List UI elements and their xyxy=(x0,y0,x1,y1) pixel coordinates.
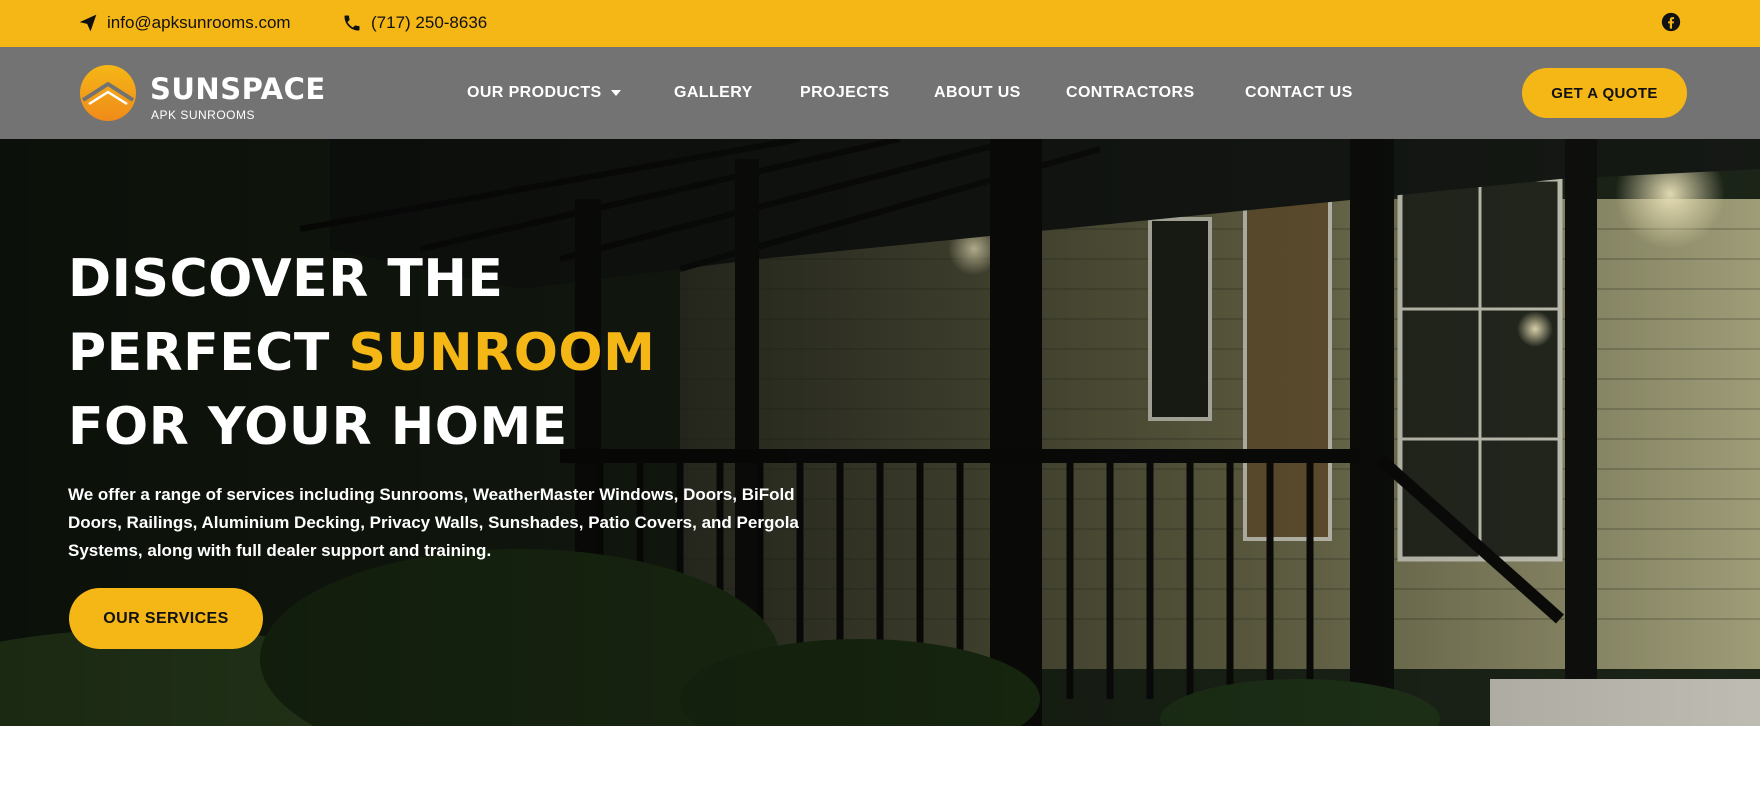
headline-line-2: PERFECT SUNROOM xyxy=(68,316,655,390)
nav-label: OUR PRODUCTS xyxy=(467,84,602,101)
hero-headline: DISCOVER THE PERFECT SUNROOM FOR YOUR HO… xyxy=(68,242,655,464)
hero-description: We offer a range of services including S… xyxy=(68,485,799,560)
phone-text: (717) 250-8636 xyxy=(371,13,488,32)
email-text: info@apksunrooms.com xyxy=(107,13,291,32)
top-contact-bar: info@apksunrooms.com (717) 250-8636 xyxy=(0,0,1760,47)
paper-plane-icon xyxy=(79,14,97,32)
nav-label: PROJECTS xyxy=(800,84,890,101)
nav-item-contact-us[interactable]: CONTACT US xyxy=(1245,82,1353,104)
nav-item-about-us[interactable]: ABOUT US xyxy=(934,82,1021,104)
nav-label: CONTRACTORS xyxy=(1066,84,1195,101)
headline-line-3: FOR YOUR HOME xyxy=(68,397,568,457)
nav-label: CONTACT US xyxy=(1245,84,1353,101)
nav-item-gallery[interactable]: GALLERY xyxy=(674,82,753,104)
brand-subtitle: APK SUNROOMS xyxy=(151,108,256,122)
caret-down-icon xyxy=(610,89,621,96)
hero-section: DISCOVER THE PERFECT SUNROOM FOR YOUR HO… xyxy=(0,139,1760,726)
nav-item-our-products[interactable]: OUR PRODUCTS xyxy=(467,82,621,104)
headline-line-1: DISCOVER THE xyxy=(68,249,504,309)
get-a-quote-button[interactable]: GET A QUOTE xyxy=(1522,68,1687,118)
sunspace-logo-icon[interactable] xyxy=(79,64,137,122)
email-link[interactable]: info@apksunrooms.com xyxy=(78,11,291,35)
nav-label: GALLERY xyxy=(674,84,753,101)
phone-icon xyxy=(344,15,360,31)
phone-link[interactable]: (717) 250-8636 xyxy=(342,11,487,35)
main-header: SUNSPACE APK SUNROOMS OUR PRODUCTS GALLE… xyxy=(0,47,1760,139)
nav-item-contractors[interactable]: CONTRACTORS xyxy=(1066,82,1195,104)
nav-item-projects[interactable]: PROJECTS xyxy=(800,82,889,104)
our-services-button[interactable]: OUR SERVICES xyxy=(69,588,263,649)
brand-name[interactable]: SUNSPACE xyxy=(150,75,326,104)
headline-accent: SUNROOM xyxy=(348,323,656,383)
facebook-icon[interactable] xyxy=(1661,12,1681,32)
headline-line-2-text: PERFECT xyxy=(68,323,330,383)
nav-label: ABOUT US xyxy=(934,84,1021,101)
